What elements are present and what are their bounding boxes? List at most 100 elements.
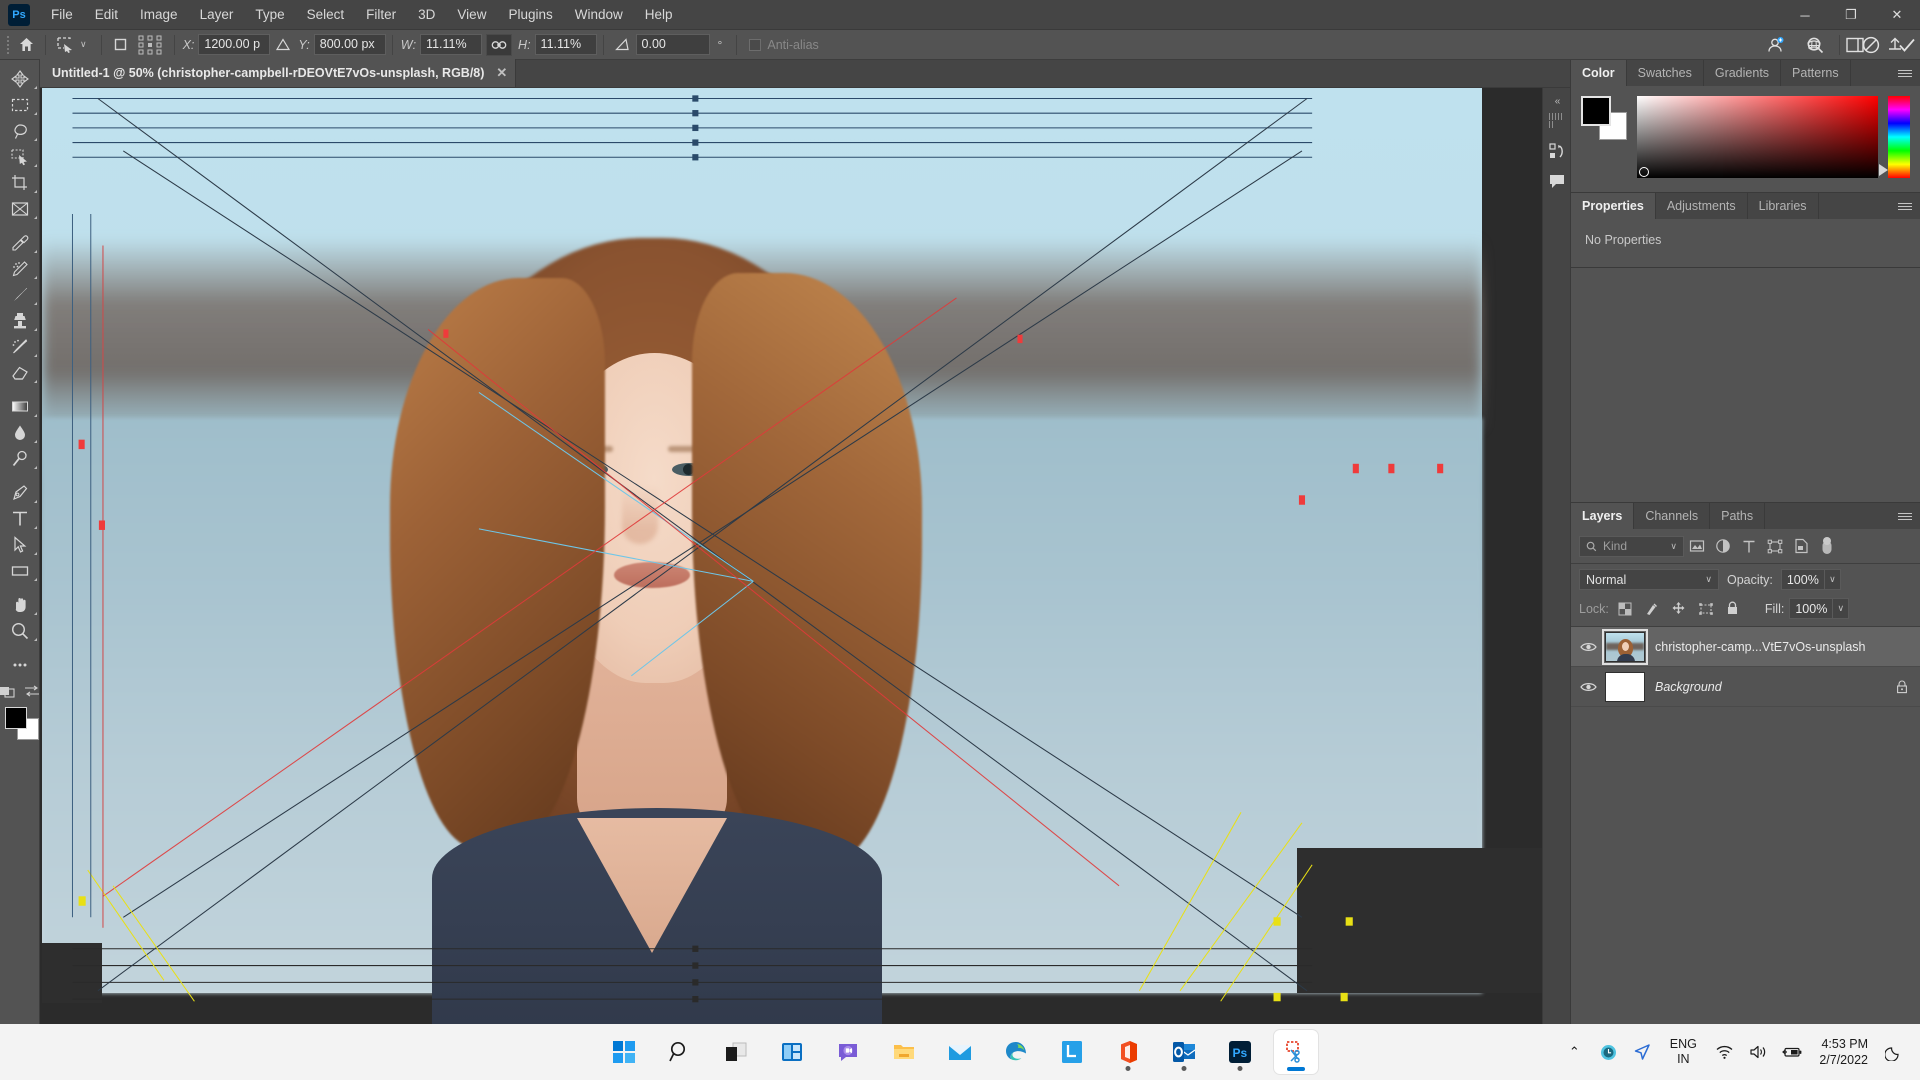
- fill-input[interactable]: 100%: [1789, 598, 1834, 619]
- tool-expand-corner[interactable]: [34, 612, 37, 615]
- path-selection-tool[interactable]: [0, 532, 40, 558]
- file-explorer-icon[interactable]: [882, 1030, 926, 1074]
- y-input[interactable]: 800.00 px: [313, 34, 386, 55]
- rectangular-marquee-tool[interactable]: [0, 92, 40, 118]
- layer-row[interactable]: Background: [1571, 667, 1920, 707]
- filter-pixel-icon[interactable]: [1684, 535, 1710, 557]
- dock-grip[interactable]: [1548, 113, 1565, 128]
- opacity-stepper[interactable]: ∨: [1824, 569, 1841, 590]
- mail-icon[interactable]: [938, 1030, 982, 1074]
- delta-icon[interactable]: [270, 33, 296, 57]
- layer-name[interactable]: Background: [1655, 680, 1894, 694]
- outlook-icon[interactable]: [1162, 1030, 1206, 1074]
- lock-icon[interactable]: [1894, 678, 1910, 696]
- color-field[interactable]: [1637, 96, 1878, 178]
- menu-item-file[interactable]: File: [40, 0, 84, 30]
- tool-expand-corner[interactable]: [34, 138, 37, 141]
- tool-expand-corner[interactable]: [34, 112, 37, 115]
- lock-position-icon[interactable]: [1668, 599, 1690, 619]
- filter-smart-object-icon[interactable]: [1788, 535, 1814, 557]
- history-brush-tool[interactable]: [0, 334, 40, 360]
- lock-all-icon[interactable]: [1722, 599, 1744, 619]
- reference-point-icon[interactable]: [134, 33, 168, 57]
- menu-item-help[interactable]: Help: [634, 0, 684, 30]
- height-input[interactable]: 11.11%: [534, 34, 597, 55]
- color-swatches[interactable]: [1581, 96, 1627, 140]
- office-icon[interactable]: [1106, 1030, 1150, 1074]
- lock-transparency-icon[interactable]: [1614, 599, 1636, 619]
- tool-expand-corner[interactable]: [34, 380, 37, 383]
- tab-color[interactable]: Color: [1571, 60, 1627, 86]
- tab-libraries[interactable]: Libraries: [1748, 193, 1819, 219]
- tool-expand-corner[interactable]: [34, 276, 37, 279]
- filter-toggle-icon[interactable]: [1814, 535, 1840, 557]
- layer-visibility-icon[interactable]: [1571, 667, 1605, 707]
- foreground-color-chip[interactable]: [5, 707, 27, 729]
- volume-icon[interactable]: [1741, 1024, 1775, 1080]
- tool-expand-corner[interactable]: [34, 250, 37, 253]
- canvas-area[interactable]: ▾: [40, 88, 1570, 1050]
- collapse-panels-icon[interactable]: «: [1543, 92, 1571, 110]
- blur-tool[interactable]: [0, 420, 40, 446]
- panel-menu-icon[interactable]: [1898, 509, 1912, 523]
- close-icon[interactable]: ✕: [494, 65, 509, 81]
- options-bar-grip[interactable]: [4, 34, 13, 56]
- task-view-icon[interactable]: [714, 1030, 758, 1074]
- tool-expand-corner[interactable]: [34, 354, 37, 357]
- close-button[interactable]: ✕: [1874, 0, 1920, 30]
- edge-icon[interactable]: [994, 1030, 1038, 1074]
- tool-expand-corner[interactable]: [34, 164, 37, 167]
- tool-expand-corner[interactable]: [34, 500, 37, 503]
- home-icon[interactable]: [13, 33, 39, 57]
- tab-properties[interactable]: Properties: [1571, 193, 1656, 219]
- layer-list[interactable]: christopher-camp...VtE7vOs-unsplash Backg…: [1571, 627, 1920, 1050]
- tool-expand-corner[interactable]: [34, 190, 37, 193]
- comments-icon[interactable]: [1543, 166, 1571, 196]
- chevron-down-icon[interactable]: ∨: [1705, 574, 1712, 585]
- menu-item-edit[interactable]: Edit: [84, 0, 129, 30]
- tool-expand-corner[interactable]: [34, 552, 37, 555]
- panel-menu-icon[interactable]: [1898, 199, 1912, 213]
- angle-icon[interactable]: [610, 33, 636, 57]
- history-icon[interactable]: [1543, 136, 1571, 166]
- tab-patterns[interactable]: Patterns: [1781, 60, 1851, 86]
- tool-expand-corner[interactable]: [34, 414, 37, 417]
- color-field-marker[interactable]: [1639, 167, 1649, 177]
- preset-caret-icon[interactable]: ∨: [78, 39, 95, 50]
- lock-image-icon[interactable]: [1641, 599, 1663, 619]
- tab-gradients[interactable]: Gradients: [1704, 60, 1782, 86]
- tool-expand-corner[interactable]: [34, 526, 37, 529]
- artboard[interactable]: [42, 88, 1556, 1038]
- zoom-tool[interactable]: [0, 618, 40, 644]
- crop-tool[interactable]: [0, 170, 40, 196]
- tab-channels[interactable]: Channels: [1634, 503, 1711, 529]
- clone-stamp-tool[interactable]: [0, 308, 40, 334]
- opacity-input[interactable]: 100%: [1780, 569, 1825, 590]
- menu-item-layer[interactable]: Layer: [189, 0, 245, 30]
- anti-alias-checkbox[interactable]: Anti-alias: [743, 38, 819, 52]
- language-indicator[interactable]: ENG IN: [1659, 1037, 1707, 1067]
- document-tab[interactable]: Untitled-1 @ 50% (christopher-campbell-r…: [40, 59, 517, 87]
- start-button[interactable]: [602, 1030, 646, 1074]
- menu-item-type[interactable]: Type: [244, 0, 295, 30]
- width-input[interactable]: 11.11%: [420, 34, 483, 55]
- filter-type-icon[interactable]: [1736, 535, 1762, 557]
- layer-thumbnail[interactable]: [1605, 671, 1645, 702]
- gradient-tool[interactable]: [0, 394, 40, 420]
- filter-adjustment-icon[interactable]: [1710, 535, 1736, 557]
- tool-expand-corner[interactable]: [34, 328, 37, 331]
- share-icon[interactable]: [1762, 33, 1788, 57]
- layer-thumbnail[interactable]: [1602, 628, 1648, 665]
- widgets-icon[interactable]: [770, 1030, 814, 1074]
- rectangle-tool[interactable]: [0, 558, 40, 584]
- lightshot-icon[interactable]: [1050, 1030, 1094, 1074]
- spot-healing-brush-tool[interactable]: [0, 256, 40, 282]
- chat-icon[interactable]: [826, 1030, 870, 1074]
- tool-expand-corner[interactable]: [34, 440, 37, 443]
- search-taskbar-icon[interactable]: [658, 1030, 702, 1074]
- tab-layers[interactable]: Layers: [1571, 503, 1635, 529]
- menu-item-window[interactable]: Window: [564, 0, 634, 30]
- cloud-upload-icon[interactable]: [1882, 33, 1908, 57]
- layer-row[interactable]: christopher-camp...VtE7vOs-unsplash: [1571, 627, 1920, 667]
- type-tool[interactable]: [0, 506, 40, 532]
